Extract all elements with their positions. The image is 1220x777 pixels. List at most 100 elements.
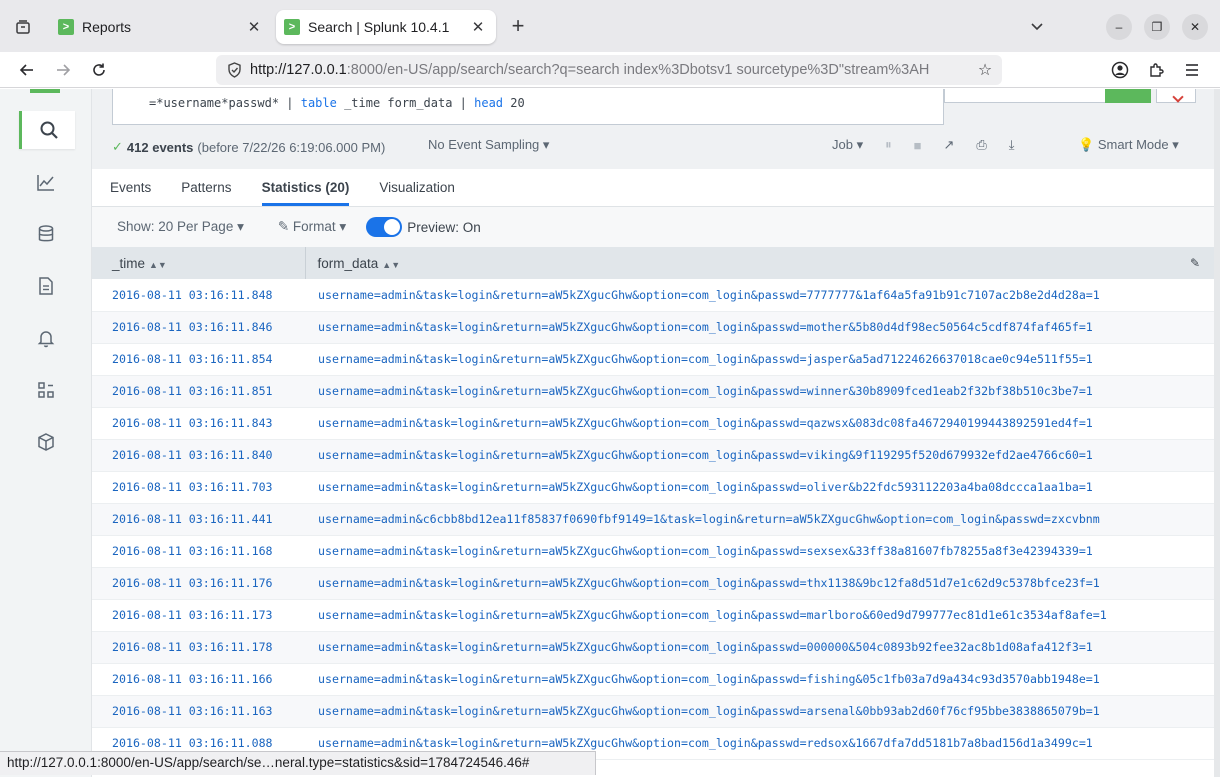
cell-time[interactable]: 2016-08-11 03:16:11.846 [92, 311, 305, 344]
search-options-button[interactable] [1156, 89, 1196, 103]
cell-time[interactable]: 2016-08-11 03:16:11.173 [92, 599, 305, 632]
column-header-form-data[interactable]: form_data ▲▼ ✎ [305, 247, 1214, 279]
sidebar-item-search[interactable] [19, 111, 75, 149]
cell-form-data[interactable]: username=admin&task=login&return=aW5kZXg… [305, 407, 1214, 440]
sort-icon[interactable]: ▲▼ [382, 260, 400, 270]
query-text: =*username*passwd* | [149, 96, 301, 110]
cell-time[interactable]: 2016-08-11 03:16:11.166 [92, 663, 305, 696]
pause-icon[interactable]: ⏸ [885, 137, 892, 153]
results-tab-list: Events Patterns Statistics (20) Visualiz… [110, 169, 485, 206]
job-menu[interactable]: Job ▾ [832, 137, 863, 153]
restore-icon[interactable]: ❐ [1144, 14, 1170, 40]
table-row: 2016-08-11 03:16:11.851 username=admin&ta… [92, 375, 1214, 408]
cell-form-data[interactable]: username=admin&task=login&return=aW5kZXg… [305, 535, 1214, 568]
chevron-down-icon[interactable] [1024, 14, 1050, 40]
tab-statistics[interactable]: Statistics (20) [261, 169, 350, 206]
forward-arrow-icon[interactable] [51, 58, 75, 82]
link-status-bar: http://127.0.0.1:8000/en-US/app/search/s… [0, 751, 596, 775]
format-dropdown[interactable]: ✎ Format ▾ [278, 219, 346, 235]
scrollbar[interactable] [1214, 89, 1220, 777]
search-mode-dropdown[interactable]: 💡 Smart Mode ▾ [1078, 137, 1179, 153]
table-row: 2016-08-11 03:16:11.703 username=admin&ta… [92, 471, 1214, 504]
cell-time[interactable]: 2016-08-11 03:16:11.703 [92, 471, 305, 504]
reload-icon[interactable] [87, 58, 111, 82]
close-window-icon[interactable]: ✕ [1182, 14, 1208, 40]
close-icon[interactable]: ✕ [246, 18, 262, 36]
stop-icon[interactable]: ■ [914, 138, 922, 153]
cell-time[interactable]: 2016-08-11 03:16:11.843 [92, 407, 305, 440]
table-row: 2016-08-11 03:16:11.168 username=admin&ta… [92, 535, 1214, 568]
sidebar-item-apps[interactable] [22, 423, 70, 461]
cell-form-data[interactable]: username=admin&task=login&return=aW5kZXg… [305, 471, 1214, 504]
browser-tab-reports[interactable]: > Reports ✕ [50, 10, 272, 44]
cell-form-data[interactable]: username=admin&task=login&return=aW5kZXg… [305, 695, 1214, 728]
cell-time[interactable]: 2016-08-11 03:16:11.441 [92, 503, 305, 536]
sidebar-item-reports[interactable] [22, 267, 70, 305]
export-icon[interactable]: ⤓ [1009, 137, 1015, 153]
sidebar-item-analytics[interactable] [22, 163, 70, 201]
extensions-icon[interactable] [1144, 58, 1168, 82]
time-range-picker[interactable] [944, 89, 1106, 103]
search-button[interactable] [1105, 89, 1151, 103]
cell-form-data[interactable]: username=admin&task=login&return=aW5kZXg… [305, 599, 1214, 632]
table-row: 2016-08-11 03:16:11.854 username=admin&ta… [92, 343, 1214, 376]
cell-form-data[interactable]: username=admin&task=login&return=aW5kZXg… [305, 375, 1214, 408]
cell-form-data[interactable]: username=admin&task=login&return=aW5kZXg… [305, 663, 1214, 696]
splunk-favicon-icon: > [284, 19, 300, 35]
table-row: 2016-08-11 03:16:11.166 username=admin&ta… [92, 663, 1214, 696]
table-row: 2016-08-11 03:16:11.441 username=admin&c6… [92, 503, 1214, 536]
event-sampling-dropdown[interactable]: No Event Sampling ▾ [428, 137, 549, 153]
back-arrow-icon[interactable] [15, 58, 39, 82]
browser-tab-search[interactable]: > Search | Splunk 10.4.1 ✕ [276, 10, 496, 44]
job-status-row: ✓ 412 events (before 7/22/26 6:19:06.000… [112, 137, 1202, 157]
url-text[interactable]: http://127.0.0.1:8000/en-US/app/search/s… [250, 62, 974, 78]
table-header-row: _time ▲▼ form_data ▲▼ ✎ [92, 247, 1214, 279]
share-icon[interactable]: ↗ [943, 137, 954, 153]
cell-form-data[interactable]: username=admin&task=login&return=aW5kZXg… [305, 567, 1214, 600]
cell-form-data[interactable]: username=admin&task=login&return=aW5kZXg… [305, 279, 1214, 312]
column-label: form_data [317, 255, 379, 271]
tab-overview-icon[interactable] [10, 14, 36, 40]
minimize-icon[interactable]: – [1106, 14, 1132, 40]
lightbulb-icon: 💡 [1078, 137, 1095, 152]
cell-time[interactable]: 2016-08-11 03:16:11.854 [92, 343, 305, 376]
tab-events[interactable]: Events [110, 169, 151, 206]
print-icon[interactable]: ⎙ [976, 137, 986, 153]
sidebar-item-dashboards[interactable] [22, 371, 70, 409]
edit-pencil-icon[interactable]: ✎ [1190, 256, 1200, 270]
sort-icon[interactable]: ▲▼ [149, 260, 167, 270]
query-text: _time form_data | [336, 96, 475, 110]
database-icon [38, 225, 54, 242]
rows-per-page-dropdown[interactable]: Show: 20 Per Page ▾ [117, 219, 244, 235]
cell-form-data[interactable]: username=admin&task=login&return=aW5kZXg… [305, 631, 1214, 664]
cell-form-data[interactable]: username=admin&task=login&return=aW5kZXg… [305, 343, 1214, 376]
column-header-time[interactable]: _time ▲▼ [92, 247, 306, 279]
cell-form-data[interactable]: username=admin&task=login&return=aW5kZXg… [305, 311, 1214, 344]
tab-visualization[interactable]: Visualization [379, 169, 455, 206]
sidebar-active-indicator [30, 89, 60, 93]
preview-toggle[interactable] [366, 217, 403, 237]
cell-time[interactable]: 2016-08-11 03:16:11.851 [92, 375, 305, 408]
sidebar-item-alerts[interactable] [22, 319, 70, 357]
close-icon[interactable]: ✕ [470, 18, 486, 36]
address-bar[interactable]: http://127.0.0.1:8000/en-US/app/search/s… [216, 55, 1002, 85]
star-icon[interactable]: ☆ [974, 60, 996, 80]
search-query-input[interactable]: =*username*passwd* | table _time form_da… [112, 89, 944, 125]
account-icon[interactable] [1108, 58, 1132, 82]
cell-time[interactable]: 2016-08-11 03:16:11.840 [92, 439, 305, 472]
dashboard-icon [38, 382, 54, 398]
hamburger-menu-icon[interactable] [1180, 58, 1204, 82]
cell-time[interactable]: 2016-08-11 03:16:11.163 [92, 695, 305, 728]
table-row: 2016-08-11 03:16:11.173 username=admin&ta… [92, 599, 1214, 632]
tab-patterns[interactable]: Patterns [181, 169, 231, 206]
sidebar-item-datasets[interactable] [22, 215, 70, 253]
cell-time[interactable]: 2016-08-11 03:16:11.168 [92, 535, 305, 568]
cell-time[interactable]: 2016-08-11 03:16:11.848 [92, 279, 305, 312]
shield-icon[interactable] [224, 60, 244, 80]
cell-form-data[interactable]: username=admin&task=login&return=aW5kZXg… [305, 439, 1214, 472]
browser-tab-bar: > Reports ✕ > Search | Splunk 10.4.1 ✕ +… [0, 0, 1220, 52]
cell-form-data[interactable]: username=admin&c6cbb8bd12ea11f85837f0690… [305, 503, 1214, 536]
cell-time[interactable]: 2016-08-11 03:16:11.176 [92, 567, 305, 600]
new-tab-icon[interactable]: + [507, 15, 529, 39]
cell-time[interactable]: 2016-08-11 03:16:11.178 [92, 631, 305, 664]
